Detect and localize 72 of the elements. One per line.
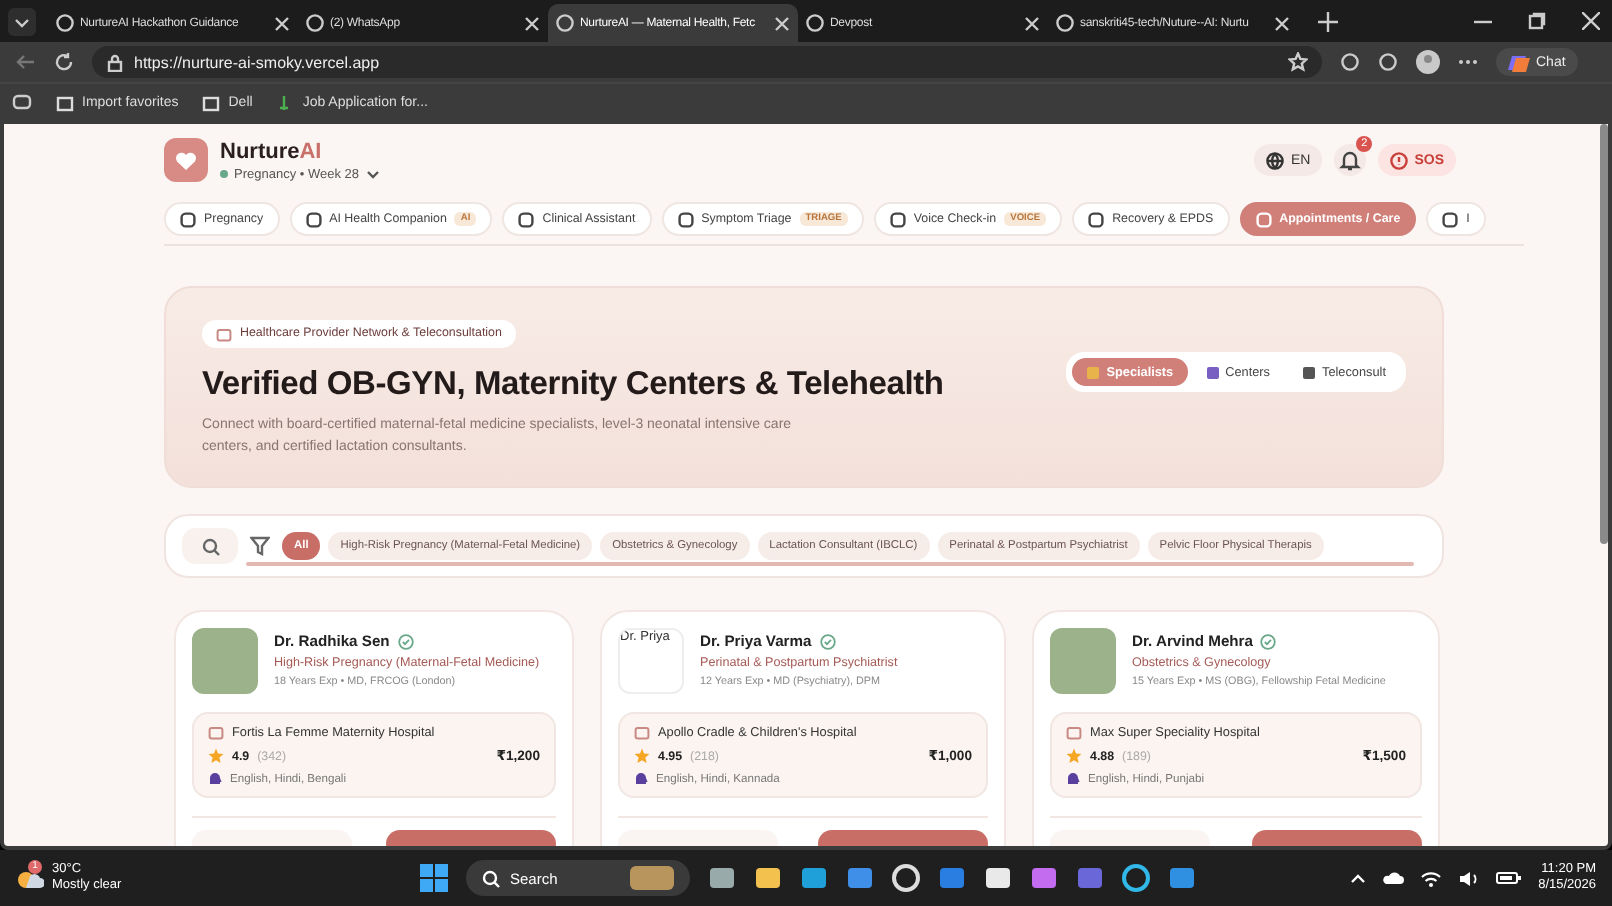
speech-head-icon — [1066, 772, 1080, 786]
more-icon[interactable] — [1458, 58, 1478, 66]
landmark-picture — [630, 866, 674, 890]
photo-placeholder — [192, 628, 258, 694]
url-text: https://nurture-ai-smoky.vercel.app — [134, 53, 382, 71]
star-icon[interactable] — [1288, 52, 1308, 72]
tab-icon — [889, 211, 906, 227]
tab-favicon-icon — [556, 14, 574, 32]
view-icon — [1086, 365, 1101, 379]
tab-favicon-icon — [1056, 14, 1074, 32]
circle-logo-icon[interactable] — [892, 864, 920, 892]
close-icon[interactable] — [274, 15, 290, 31]
close-icon[interactable] — [774, 15, 790, 31]
view-icon — [1205, 365, 1220, 379]
heart-logo-icon — [164, 138, 208, 182]
tab-favicon-icon — [306, 14, 324, 32]
verified-badge-icon — [819, 633, 836, 649]
photo-placeholder — [1050, 628, 1116, 694]
close-icon[interactable] — [1274, 15, 1290, 31]
tab-list-icon[interactable] — [8, 7, 36, 35]
tab-favicon-icon — [56, 14, 74, 32]
scrollbar[interactable] — [246, 562, 1414, 566]
tab-icon — [305, 211, 322, 227]
hospital-icon — [216, 325, 232, 342]
star-icon — [634, 748, 650, 764]
copilot-logo-icon — [1508, 51, 1530, 73]
verified-badge-icon — [397, 633, 414, 649]
globe-icon — [1266, 151, 1285, 169]
caret-icon — [365, 169, 379, 179]
view-icon — [1302, 365, 1317, 379]
ring-icon[interactable] — [1122, 864, 1150, 892]
battery-icon[interactable] — [1496, 870, 1523, 886]
hospital-icon — [634, 724, 650, 740]
speech-head-icon — [208, 772, 222, 786]
filter-icon — [250, 536, 270, 556]
star-icon — [208, 748, 224, 764]
search-icon — [201, 537, 219, 555]
wifi-icon[interactable] — [1420, 869, 1443, 887]
collections-icon[interactable] — [12, 94, 32, 110]
cloud-icon[interactable] — [1382, 870, 1405, 886]
profile-avatar-icon[interactable] — [1416, 50, 1440, 74]
close-icon[interactable] — [524, 15, 540, 31]
new-tab-icon[interactable] — [1318, 11, 1338, 31]
search-field[interactable] — [182, 528, 238, 564]
restore-icon[interactable] — [1528, 12, 1546, 30]
tab-icon — [518, 211, 535, 227]
bell-icon[interactable] — [1334, 144, 1367, 176]
lock-icon — [106, 53, 124, 71]
close-icon[interactable] — [1582, 12, 1600, 30]
tab-icon — [677, 211, 694, 227]
scrollbar[interactable] — [1600, 124, 1608, 544]
close-icon[interactable] — [1024, 15, 1040, 31]
hospital-icon — [208, 724, 224, 740]
chevron-up-icon[interactable] — [1350, 872, 1367, 884]
address-field[interactable]: https://nurture-ai-smoky.vercel.app — [92, 46, 1322, 78]
page-heading: Verified OB-GYN, Maternity Centers & Telehealth — [202, 365, 946, 404]
tab-icon — [180, 211, 196, 227]
tab-icon — [1255, 211, 1272, 227]
star-icon — [1066, 748, 1082, 764]
tab-icon — [1088, 211, 1105, 227]
tab-favicon-icon — [806, 14, 824, 32]
speaker-icon[interactable] — [1458, 869, 1481, 887]
search-icon — [482, 869, 500, 887]
start-icon[interactable] — [420, 864, 448, 892]
back-icon[interactable] — [16, 52, 36, 72]
brand-name: NurtureAI — [220, 139, 324, 163]
tab-icon — [1442, 211, 1459, 227]
speech-head-icon — [634, 772, 648, 786]
hospital-icon — [1066, 724, 1082, 740]
refresh-icon[interactable] — [54, 52, 74, 72]
verified-badge-icon — [1260, 633, 1277, 649]
alert-icon — [1390, 151, 1409, 169]
